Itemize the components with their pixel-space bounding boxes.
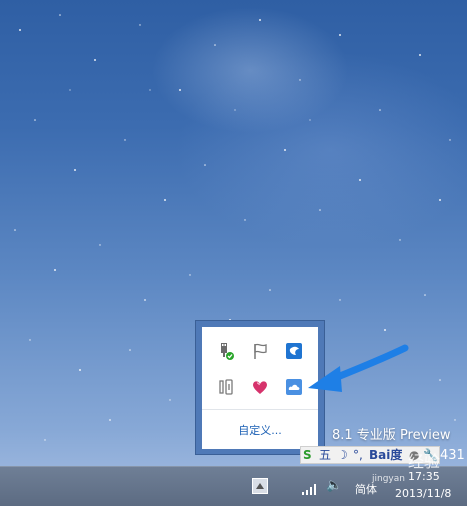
taskbar: [0, 466, 467, 506]
punctuation-icon[interactable]: °,: [353, 447, 363, 463]
chevron-up-icon: [256, 483, 264, 489]
show-hidden-icons-button[interactable]: [252, 478, 268, 494]
customize-link[interactable]: 自定义...: [202, 422, 318, 438]
volume-icon[interactable]: 🔈: [326, 478, 342, 493]
ghost-number: 431: [440, 448, 465, 463]
baidu-watermark: 经验: [408, 452, 441, 471]
desktop-background: 8.1 专业版 Preview 自定义... S 五 ☽ °, Bai度 ● 🔧…: [0, 0, 467, 505]
ime-logo-icon: S: [303, 448, 312, 462]
action-center-flag-icon[interactable]: [246, 337, 274, 365]
app-stand-icon[interactable]: [212, 373, 240, 401]
moon-icon[interactable]: ☽: [337, 447, 348, 463]
network-signal-icon[interactable]: [302, 480, 318, 499]
ime-mode-label[interactable]: 五: [319, 447, 331, 463]
ime-brand: Bai度: [369, 448, 403, 462]
popup-divider: [202, 409, 318, 410]
clock-date[interactable]: 2013/11/8: [395, 487, 451, 500]
app-heart-icon[interactable]: [246, 373, 274, 401]
baidu-url-watermark: jingyan: [372, 474, 405, 484]
tray-icon-grid: [212, 337, 308, 403]
pointer-arrow: [308, 344, 409, 392]
usb-safely-remove-icon[interactable]: [212, 337, 240, 365]
os-version-watermark: 8.1 专业版 Preview: [332, 428, 451, 443]
